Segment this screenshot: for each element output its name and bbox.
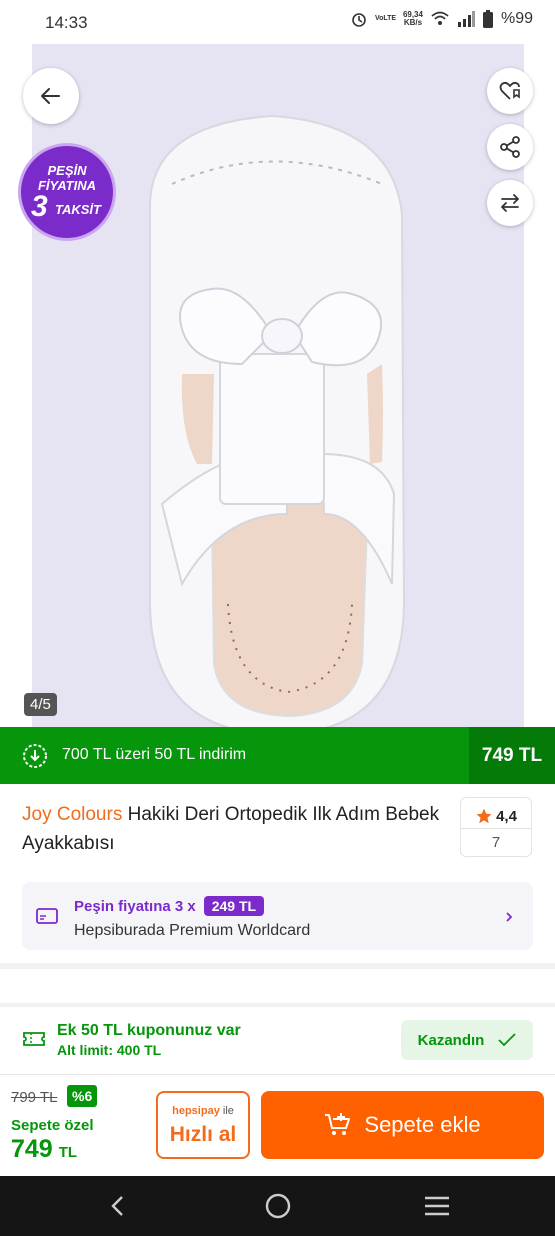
wifi-icon [431, 11, 449, 25]
arrow-left-icon [41, 88, 60, 104]
network-speed-unit: KB/s [403, 18, 423, 27]
coupon-row[interactable]: Ek 50 TL kuponunuz var Alt limit: 400 TL… [0, 1008, 555, 1072]
discounted-price: 749 TL [469, 727, 555, 784]
quick-buy-label: Hızlı al [169, 1123, 237, 1146]
coupon-status: Kazandın [417, 1031, 485, 1049]
installment-label: Peşin fiyatına 3 x [74, 897, 196, 915]
quick-buy-button[interactable]: hepsipay ile Hızlı al [156, 1091, 250, 1159]
final-price-value: 749 [11, 1135, 53, 1163]
premium-installment-card[interactable]: Peşin fiyatına 3 x 249 TL Hepsiburada Pr… [22, 882, 533, 950]
coupon-won-button[interactable]: Kazandın [401, 1020, 533, 1060]
hepsipay-text: hepsipay [172, 1105, 220, 1117]
chevron-left-icon [111, 1196, 123, 1216]
section-divider [0, 963, 555, 969]
share-button[interactable] [487, 124, 533, 170]
discount-banner[interactable]: 700 TL üzeri 50 TL indirim 749 TL [0, 727, 555, 784]
old-price: 799 TL [11, 1089, 58, 1106]
swap-arrows-icon [501, 194, 519, 212]
product-gallery[interactable]: PEŞİN FİYATINA 3 TAKSİT 4/5 [0, 44, 555, 727]
discount-percent-badge: %6 [67, 1085, 98, 1107]
cart-plus-icon [325, 1113, 351, 1135]
final-price: 749 TL [11, 1135, 77, 1164]
volte-indicator: VoLTE [374, 15, 397, 22]
home-circle-icon [265, 1193, 291, 1219]
back-button[interactable] [23, 68, 79, 124]
chevron-right-icon [506, 912, 513, 922]
status-bar: 14:33 VoLTE 69,34 KB/s %99 [0, 0, 555, 44]
coupon-ticket-icon [23, 1032, 45, 1046]
coupon-title: Ek 50 TL kuponunuz var [57, 1022, 241, 1039]
rating-box[interactable]: 4,4 7 [460, 797, 532, 857]
promo-line-1: PEŞİN [47, 163, 87, 178]
ile-text: ile [219, 1105, 234, 1117]
card-name: Hepsiburada Premium Worldcard [74, 922, 311, 939]
star-icon [476, 808, 492, 824]
battery-icon [482, 10, 493, 28]
installment-promo-badge: PEŞİN FİYATINA 3 TAKSİT [21, 146, 113, 238]
share-icon [500, 136, 520, 158]
image-counter: 4/5 [24, 693, 57, 716]
add-to-cart-button[interactable]: Sepete ekle [261, 1091, 544, 1159]
rating-value: 4,4 [496, 807, 517, 825]
network-speed: 69,34 KB/s [403, 11, 423, 27]
nav-back-button[interactable] [101, 1190, 133, 1222]
installment-amount: 249 TL [203, 896, 265, 916]
add-to-cart-label: Sepete ekle [364, 1112, 481, 1137]
coupon-subtitle: Alt limit: 400 TL [57, 1042, 162, 1058]
review-count: 7 [491, 834, 501, 851]
compare-button[interactable] [487, 180, 533, 226]
promo-number: 3 [31, 190, 48, 223]
purchase-bar: 799 TL %6 Sepete özel 749 TL hepsipay ile… [0, 1074, 555, 1176]
menu-lines-icon [425, 1196, 449, 1216]
check-icon [498, 1033, 516, 1047]
hepsipay-logo: hepsipay ile [158, 1105, 248, 1117]
credit-card-icon [36, 908, 58, 924]
promo-word: TAKSİT [55, 202, 101, 217]
heart-list-icon [499, 81, 520, 100]
clock: 14:33 [45, 13, 88, 32]
product-title: Joy Colours Hakiki Deri Ortopedik Ilk Ad… [22, 800, 442, 858]
currency: TL [58, 1144, 78, 1161]
product-image[interactable] [32, 44, 524, 727]
system-nav-bar [0, 1176, 555, 1236]
nav-home-button[interactable] [262, 1190, 294, 1222]
discount-text: 700 TL üzeri 50 TL indirim [62, 746, 247, 763]
status-icons: VoLTE 69,34 KB/s %99 [351, 10, 533, 28]
battery-level: %99 [500, 10, 533, 27]
alarm-icon [352, 13, 366, 27]
divider [461, 828, 531, 829]
signal-icon [457, 11, 475, 27]
shoe-illustration [149, 114, 406, 727]
nav-recents-button[interactable] [421, 1190, 453, 1222]
discount-arrow-icon [23, 744, 47, 768]
favorite-button[interactable] [487, 68, 533, 114]
cart-special-label: Sepete özel [11, 1117, 94, 1134]
section-divider [0, 1003, 555, 1007]
brand-link[interactable]: Joy Colours [22, 804, 122, 825]
